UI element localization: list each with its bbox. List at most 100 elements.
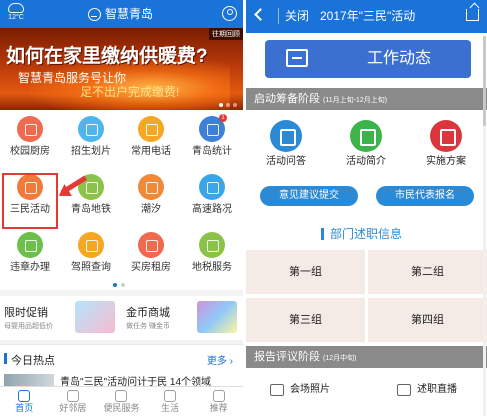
- grid-item-phone[interactable]: 常用电话: [121, 110, 181, 166]
- live-stream-button[interactable]: 述职直播: [367, 369, 487, 413]
- section-header-review: 报告评议阶段 (12月中旬): [246, 346, 487, 368]
- section-marker: [4, 353, 7, 364]
- submit-suggestion-button[interactable]: 意见建议提交: [260, 186, 358, 206]
- top-bar: 关闭 2017年"三民"活动: [246, 0, 487, 33]
- weather-widget[interactable]: 12°C: [3, 2, 29, 22]
- grid-item-enrollment[interactable]: 招生划片: [61, 110, 121, 166]
- grid-item-license[interactable]: 驾照查询: [61, 226, 121, 282]
- app-title: 智慧青岛: [88, 6, 153, 22]
- group-3-button[interactable]: 第三组: [246, 298, 365, 342]
- tab-neighbor[interactable]: 好邻居: [49, 387, 98, 418]
- house-icon: [138, 232, 164, 258]
- tab-label: 推荐: [209, 403, 228, 413]
- tax-icon: [199, 232, 225, 258]
- life-icon: [164, 390, 177, 402]
- news-thumbnail: [4, 374, 54, 386]
- promo-image: [75, 301, 115, 333]
- grid-item-label: 招生划片: [71, 146, 111, 157]
- activity-qa[interactable]: 活动问答: [246, 120, 326, 168]
- section-title-text: 启动筹备阶段: [254, 93, 320, 105]
- work-news-button[interactable]: 工作动态: [265, 40, 471, 78]
- tab-life[interactable]: 生活: [146, 387, 195, 418]
- promo-banner[interactable]: 往期回顾 如何在家里缴纳供暖费? 智慧青岛服务号让你 足不出户完成缴费!: [0, 28, 243, 110]
- film-icon: [397, 384, 411, 396]
- notification-badge: 1: [219, 114, 227, 122]
- section-subtitle: (11月上旬-12月上旬): [323, 97, 388, 104]
- close-button[interactable]: 关闭: [278, 8, 309, 24]
- hot-news-header: 今日热点 更多: [0, 344, 243, 372]
- recommend-icon: [212, 390, 225, 402]
- page-title: 2017年"三民"活动: [320, 9, 416, 23]
- pager-dot: [113, 283, 117, 287]
- activity-label: 活动简介: [346, 156, 386, 167]
- news-item[interactable]: 青岛"三民"活动问计于民 14个领域: [0, 372, 243, 386]
- license-icon: [78, 232, 104, 258]
- clipboard-icon: [430, 120, 462, 152]
- grid-item-label: 驾照查询: [71, 262, 111, 273]
- section-title: 报告评议阶段 (12月中旬): [254, 350, 356, 366]
- citizen-signup-button[interactable]: 市民代表报名: [376, 186, 474, 206]
- photo-icon: [270, 384, 284, 396]
- promo-title: 限时促销: [4, 307, 48, 319]
- group-2-button[interactable]: 第二组: [368, 250, 487, 294]
- right-phone-screen: 关闭 2017年"三民"活动 工作动态 启动筹备阶段 (11月上旬-12月上旬) …: [246, 0, 487, 418]
- grid-item-housing[interactable]: 买房租房: [121, 226, 181, 282]
- folder-icon: [286, 49, 308, 67]
- grid-item-tax[interactable]: 地税服务: [182, 226, 242, 282]
- police-icon: [17, 232, 43, 258]
- department-title: 部门述职信息: [330, 227, 403, 241]
- activity-plan[interactable]: 实施方案: [406, 120, 486, 168]
- grid-item-campus-kitchen[interactable]: 校园厨房: [0, 110, 60, 166]
- promo-title: 金币商城: [126, 307, 170, 319]
- grid-item-tide[interactable]: 潮汐: [121, 168, 181, 224]
- student-icon: [78, 116, 104, 142]
- grid-item-label: 青岛统计: [192, 146, 232, 157]
- left-phone-screen: 12°C 智慧青岛 往期回顾 如何在家里缴纳供暖费? 智慧青岛服务号让你 足不出…: [0, 0, 243, 418]
- section-header-preparation: 启动筹备阶段 (11月上旬-12月上旬): [246, 88, 487, 110]
- banner-headline: 如何在家里缴纳供暖费?: [6, 46, 208, 67]
- user-icon[interactable]: [222, 6, 237, 21]
- grid-item-highway[interactable]: 高速路况: [182, 168, 242, 224]
- pager-dot: [233, 103, 237, 107]
- live-stream-label: 述职直播: [417, 384, 457, 395]
- printer-icon: [270, 120, 302, 152]
- tab-home[interactable]: 首页: [0, 387, 49, 418]
- activity-intro[interactable]: 活动简介: [326, 120, 406, 168]
- service-grid: 校园厨房 招生划片 常用电话 1 青岛统计 三民活动 青岛地铁 潮汐 高速路况 …: [0, 110, 243, 290]
- more-link[interactable]: 更多: [207, 352, 233, 367]
- grid-item-label: 高速路况: [192, 204, 232, 215]
- group-4-button[interactable]: 第四组: [368, 298, 487, 342]
- banner-line3: 足不出户完成缴费!: [80, 85, 180, 99]
- venue-photos-button[interactable]: 会场照片: [246, 369, 366, 413]
- hot-news-title: 今日热点: [11, 355, 55, 367]
- scrollbar[interactable]: [483, 36, 486, 416]
- bottom-tab-bar: 首页 好邻居 便民服务 生活 推荐: [0, 386, 243, 418]
- promo-subtitle: 母婴用品超低价: [4, 323, 53, 330]
- promo-coin-mall[interactable]: 金币商城 做任务 赚金币: [122, 296, 243, 340]
- back-icon[interactable]: [254, 8, 267, 21]
- scrollbar-thumb[interactable]: [483, 36, 486, 126]
- grid-item-violation[interactable]: 违章办理: [0, 226, 60, 282]
- pager-dot: [121, 283, 125, 287]
- grid-item-label: 潮汐: [141, 204, 161, 215]
- banner-tag: 往期回顾: [209, 28, 243, 40]
- tab-recommend[interactable]: 推荐: [194, 387, 243, 418]
- promo-flash-sale[interactable]: 限时促销 母婴用品超低价: [0, 296, 121, 340]
- phone-book-icon: [138, 116, 164, 142]
- tab-label: 首页: [15, 403, 34, 413]
- kitchen-icon: [17, 116, 43, 142]
- grid-item-label: 青岛地铁: [71, 204, 111, 215]
- share-icon[interactable]: [466, 9, 479, 21]
- group-grid: 第一组 第二组 第三组 第四组: [246, 250, 487, 342]
- group-1-button[interactable]: 第一组: [246, 250, 365, 294]
- promo-image: [197, 301, 237, 333]
- section-subtitle: (12月中旬): [323, 355, 357, 362]
- news-headline: 青岛"三民"活动问计于民 14个领域: [60, 377, 212, 386]
- grid-item-label: 违章办理: [10, 262, 50, 273]
- temperature: 12°C: [8, 14, 24, 21]
- tab-service[interactable]: 便民服务: [97, 387, 146, 418]
- tab-label: 便民服务: [103, 403, 140, 413]
- road-icon: [199, 174, 225, 200]
- top-bar: 12°C 智慧青岛: [0, 0, 243, 28]
- grid-item-statistics[interactable]: 1 青岛统计: [182, 110, 242, 166]
